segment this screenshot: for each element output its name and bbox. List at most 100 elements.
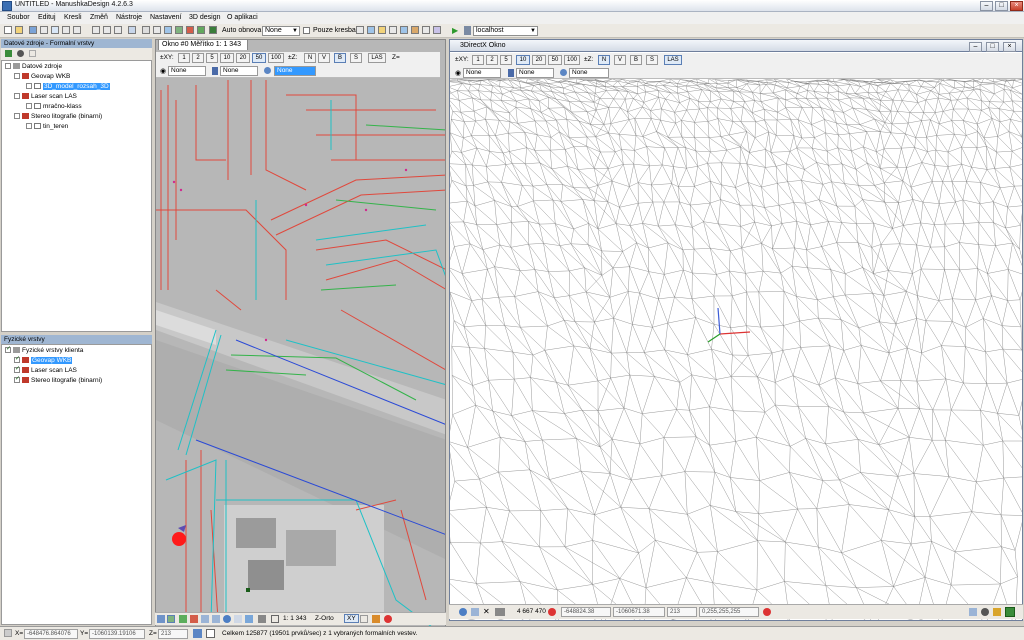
mode-combo[interactable]: None ▼ <box>262 26 300 36</box>
globe-icon[interactable] <box>981 608 989 616</box>
server-combo[interactable]: localhost ▼ <box>473 26 538 36</box>
grid-icon[interactable] <box>103 26 111 34</box>
print-icon[interactable] <box>40 26 48 34</box>
view2d-toggle-n[interactable]: N <box>304 53 316 63</box>
tree-item-3d-model[interactable]: 3D_model_rozsah_3D <box>26 83 110 91</box>
copy-icon[interactable] <box>73 26 81 34</box>
pencil-icon[interactable] <box>360 615 368 623</box>
export-icon[interactable] <box>356 26 364 34</box>
image-icon[interactable] <box>372 615 380 623</box>
pencil-icon[interactable] <box>186 26 194 34</box>
view3d-scale-1[interactable]: 1 <box>472 55 484 65</box>
menu-o-aplikaci[interactable]: O aplikaci <box>227 14 258 21</box>
refresh-icon[interactable] <box>223 615 231 623</box>
map-icon[interactable] <box>175 26 183 34</box>
tool3-icon[interactable] <box>389 26 397 34</box>
save-icon[interactable] <box>471 608 479 616</box>
forward-icon[interactable] <box>212 615 220 623</box>
stop-icon[interactable] <box>384 615 392 623</box>
menu-kresli[interactable]: Kresli <box>64 14 82 21</box>
view-3d-canvas[interactable] <box>449 39 1023 621</box>
tree-item-stereo[interactable]: Stereo litografie (binarni) <box>14 113 102 121</box>
tab-view-2d[interactable]: Okno #0 Měřítko 1: 1 343 <box>158 39 248 50</box>
tree-item-geovap-phys[interactable]: Geovap WKB <box>14 357 73 365</box>
menu-zmen[interactable]: Změň <box>90 14 108 21</box>
trash-icon[interactable] <box>142 26 150 34</box>
window-icon[interactable] <box>400 26 408 34</box>
view3d-scale-20[interactable]: 20 <box>532 55 546 65</box>
view3d-scale-5[interactable]: 5 <box>500 55 512 65</box>
menu-3d-design[interactable]: 3D design <box>189 14 221 21</box>
cut-icon[interactable] <box>62 26 70 34</box>
zoom-icon[interactable] <box>157 615 165 623</box>
view2d-combo-3[interactable]: None <box>274 66 316 76</box>
stop-icon[interactable] <box>763 608 771 616</box>
view2d-combo-2[interactable]: None <box>220 66 258 76</box>
print-icon[interactable] <box>234 615 242 623</box>
menu-soubor[interactable]: Soubor <box>7 14 30 21</box>
settings-icon[interactable] <box>367 26 375 34</box>
auto-refresh-icon[interactable] <box>209 26 217 34</box>
save-icon[interactable] <box>29 26 37 34</box>
tool-icon[interactable] <box>92 26 100 34</box>
view3d-scale-50[interactable]: 50 <box>548 55 562 65</box>
window-icon[interactable] <box>1005 607 1015 617</box>
tree-item-stereo-phys[interactable]: Stereo litografie (binarni) <box>14 377 102 385</box>
view3d-maximize-button[interactable]: □ <box>986 42 999 52</box>
refresh-green-icon[interactable] <box>197 26 205 34</box>
view2d-toggle-b[interactable]: B <box>334 53 346 63</box>
add-source-icon[interactable] <box>5 50 12 57</box>
tree-item-geovap[interactable]: Geovap WKB <box>14 73 70 81</box>
view3d-combo-2[interactable]: None <box>516 68 554 78</box>
view2d-scale-10[interactable]: 10 <box>220 53 234 63</box>
tools-icon[interactable] <box>258 615 266 623</box>
new-file-icon[interactable] <box>4 26 12 34</box>
maximize-button[interactable]: □ <box>995 1 1008 11</box>
zoom-in-icon[interactable] <box>179 615 187 623</box>
pan-icon[interactable] <box>167 615 175 623</box>
back-icon[interactable] <box>201 615 209 623</box>
window-icon[interactable] <box>245 615 253 623</box>
view3d-toggle-v[interactable]: V <box>614 55 626 65</box>
view3d-minimize-button[interactable]: – <box>969 42 982 52</box>
zoom-out-icon[interactable] <box>190 615 198 623</box>
view3d-combo-3[interactable]: None <box>569 68 609 78</box>
view2d-scale-2[interactable]: 2 <box>192 53 204 63</box>
tree-item-laser-phys[interactable]: Laser scan LAS <box>14 367 77 375</box>
play-icon[interactable]: ▶ <box>452 26 458 35</box>
minimize-button[interactable]: – <box>980 1 993 11</box>
view3d-scale-2[interactable]: 2 <box>486 55 498 65</box>
open-folder-icon[interactable] <box>15 26 23 34</box>
hand-icon[interactable] <box>29 50 36 57</box>
bold-icon[interactable] <box>128 26 136 34</box>
tool4-icon[interactable] <box>422 26 430 34</box>
view3d-las-toggle[interactable]: LAS <box>664 55 682 65</box>
view3d-toggle-n[interactable]: N <box>598 55 610 65</box>
view2d-scale-5[interactable]: 5 <box>206 53 218 63</box>
view2d-toggle-v[interactable]: V <box>318 53 330 63</box>
only-drawing-checkbox[interactable] <box>303 27 310 34</box>
measure-icon[interactable] <box>164 26 172 34</box>
view2d-scale-20[interactable]: 20 <box>236 53 250 63</box>
refresh-icon[interactable] <box>459 608 467 616</box>
home-icon[interactable] <box>51 26 59 34</box>
view2d-scale-50[interactable]: 50 <box>252 53 266 63</box>
close-icon[interactable]: ✕ <box>483 607 490 616</box>
tree-item-datove-zdroje[interactable]: Datové zdroje <box>5 63 62 71</box>
menu-nastroje[interactable]: Nástroje <box>116 14 142 21</box>
tree-item-tin-teren[interactable]: tin_teren <box>26 123 68 131</box>
view3d-toggle-s[interactable]: S <box>646 55 658 65</box>
view3d-scale-100[interactable]: 100 <box>564 55 580 65</box>
stop-icon[interactable] <box>548 608 556 616</box>
fit-icon[interactable] <box>271 615 279 623</box>
layers-icon[interactable] <box>114 26 122 34</box>
map-2d-canvas[interactable] <box>155 39 446 627</box>
view2d-xy-toggle[interactable]: XY <box>344 614 359 623</box>
view-icon[interactable] <box>969 608 977 616</box>
tree-item-laser-scan[interactable]: Laser scan LAS <box>14 93 77 101</box>
view3d-toggle-b[interactable]: B <box>630 55 642 65</box>
view3d-close-button[interactable]: × <box>1003 42 1016 52</box>
view2d-combo-1[interactable]: None <box>168 66 206 76</box>
view3d-scale-10[interactable]: 10 <box>516 55 530 65</box>
tools-icon[interactable] <box>495 608 505 616</box>
